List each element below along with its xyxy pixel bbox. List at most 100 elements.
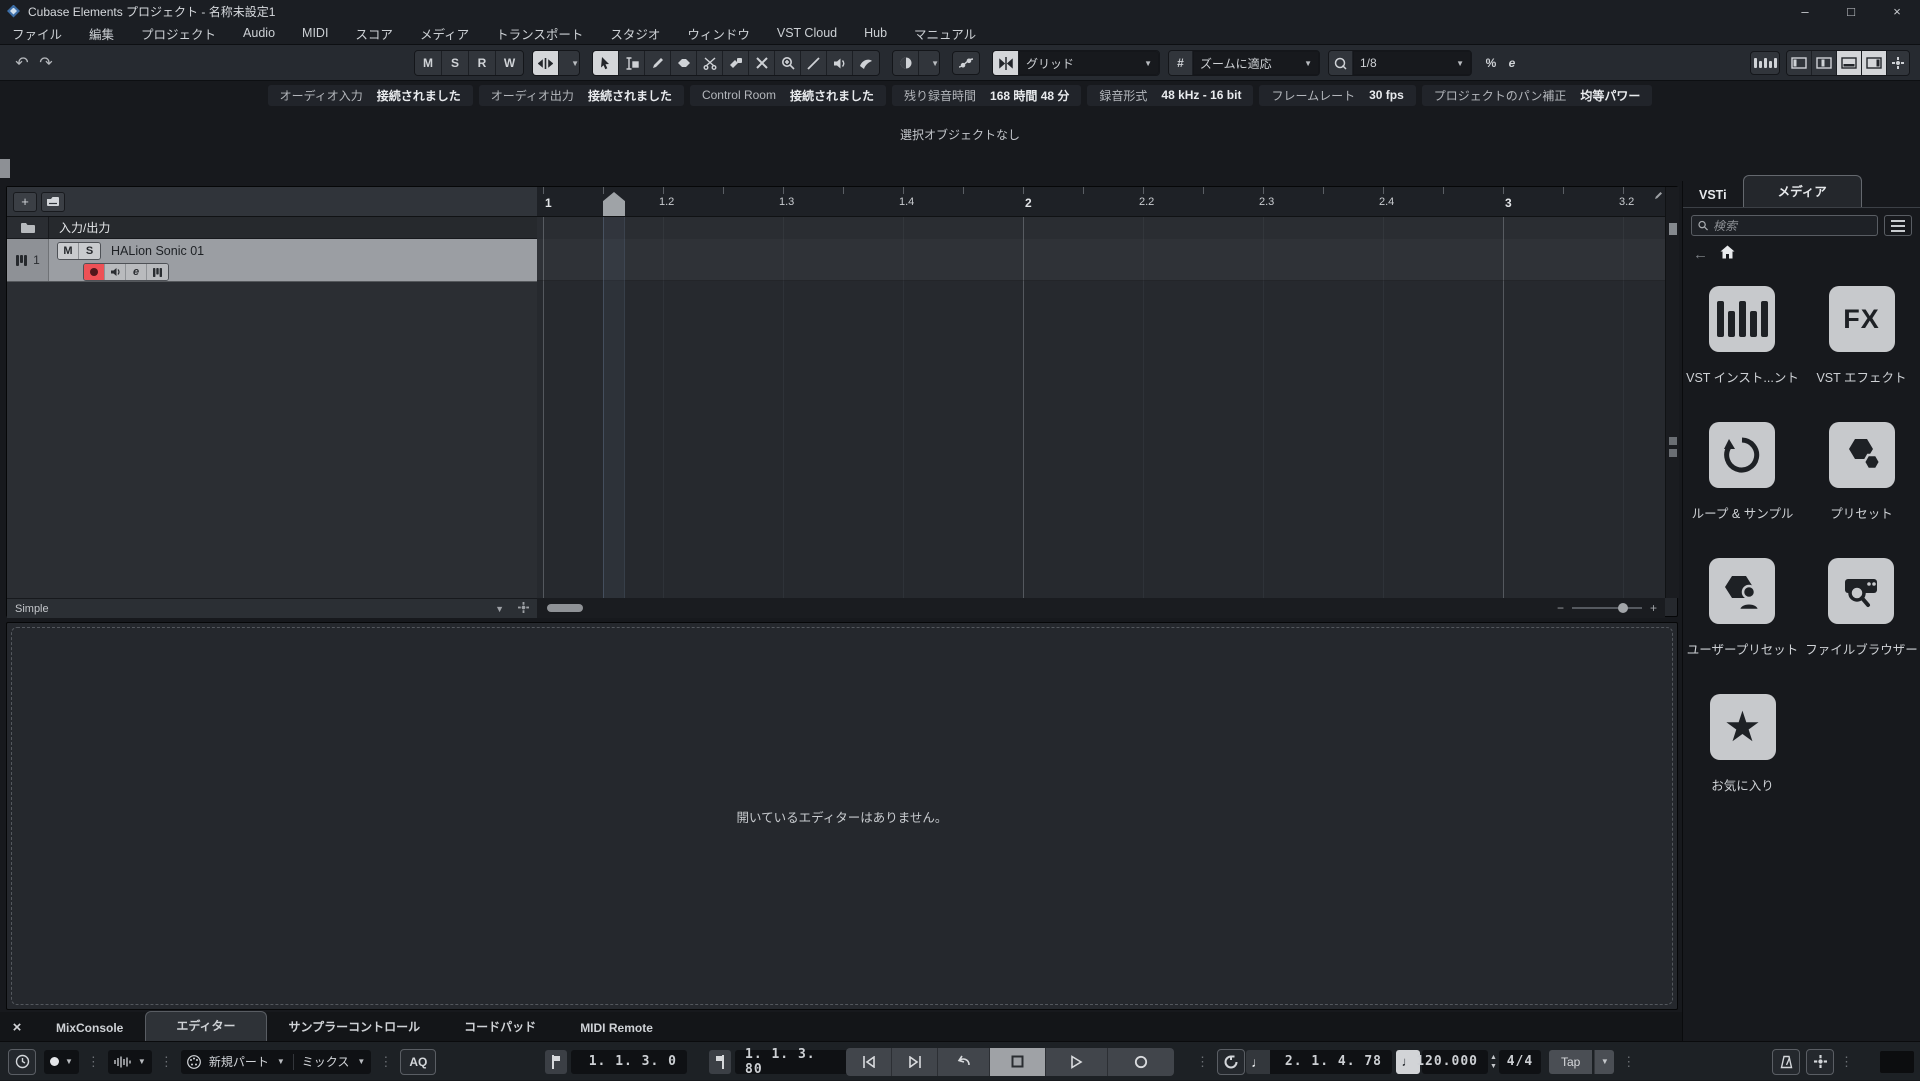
- lower-zone-close-icon[interactable]: ×: [0, 1019, 34, 1041]
- split-icon[interactable]: [697, 51, 723, 75]
- tap-tempo-button[interactable]: Tap: [1548, 1049, 1593, 1074]
- midi-record-mode-group[interactable]: 新規パート ▼ ミックス ▼: [180, 1049, 372, 1074]
- list-view-icon[interactable]: [1884, 215, 1912, 236]
- tab-sampler-control[interactable]: サンプラーコントロール: [267, 1012, 443, 1041]
- track-mute-button[interactable]: M: [58, 243, 79, 259]
- zoom-icon[interactable]: [775, 51, 801, 75]
- event-display-area[interactable]: [537, 217, 1665, 598]
- tile-presets[interactable]: プリセット: [1828, 422, 1895, 522]
- left-locator-display[interactable]: 1. 1. 3. 0: [571, 1049, 687, 1074]
- cycle-return-button[interactable]: [938, 1047, 990, 1076]
- tab-media[interactable]: メディア: [1742, 175, 1862, 207]
- menu-audio[interactable]: Audio: [243, 26, 275, 40]
- tab-vsti[interactable]: VSTi: [1683, 183, 1743, 207]
- open-quantize-panel-icon[interactable]: e: [1502, 56, 1522, 70]
- range-selection-icon[interactable]: [619, 51, 645, 75]
- left-divider-handle[interactable]: [0, 159, 10, 178]
- drag-handle[interactable]: ⋮: [160, 1054, 173, 1070]
- draw-icon[interactable]: [645, 51, 671, 75]
- menu-file[interactable]: ファイル: [12, 24, 62, 43]
- record-enable-button[interactable]: [84, 264, 105, 280]
- glue-icon[interactable]: [723, 51, 749, 75]
- erase-icon[interactable]: [671, 51, 697, 75]
- tap-tempo-dropdown[interactable]: ▼: [1594, 1049, 1615, 1074]
- tile-user-presets[interactable]: ユーザープリセット: [1687, 558, 1798, 658]
- menu-transport[interactable]: トランスポート: [496, 24, 583, 43]
- timeline-ruler[interactable]: 1 1.2 1.3 1.4 2 2.2 2.3 2.4 3 3.2: [537, 187, 1665, 217]
- drag-handle[interactable]: ⋮: [1196, 1054, 1209, 1070]
- back-arrow-icon[interactable]: ←: [1693, 246, 1708, 263]
- audio-cycle-record-group[interactable]: ▼: [107, 1049, 152, 1074]
- zoom-out-icon[interactable]: −: [1557, 601, 1564, 615]
- track-controls-settings-icon[interactable]: [518, 602, 529, 615]
- setup-toolbar-icon[interactable]: [1887, 51, 1909, 75]
- zoom-slider[interactable]: [1571, 603, 1642, 613]
- vertical-scroll-thumb[interactable]: [1669, 223, 1677, 235]
- record-button[interactable]: [1108, 1048, 1174, 1076]
- redo-icon[interactable]: ↷: [34, 53, 58, 73]
- left-zone-toggle-icon[interactable]: [1787, 51, 1812, 75]
- ruler-edit-icon[interactable]: [1654, 191, 1663, 203]
- menu-midi[interactable]: MIDI: [302, 26, 328, 40]
- tile-file-browser[interactable]: ファイルブラウザー: [1805, 558, 1918, 658]
- zoom-slider-knob[interactable]: [1617, 603, 1628, 613]
- write-automation-button[interactable]: W: [496, 51, 523, 75]
- autoscroll-icon[interactable]: [533, 51, 559, 75]
- drag-handle[interactable]: ⋮: [1840, 1054, 1853, 1070]
- close-button[interactable]: ×: [1874, 0, 1920, 22]
- keyboard-input-icon[interactable]: [1750, 51, 1780, 75]
- media-search-box[interactable]: [1691, 215, 1878, 236]
- track-solo-button[interactable]: S: [79, 243, 100, 259]
- menu-media[interactable]: メディア: [420, 24, 469, 43]
- menu-studio[interactable]: スタジオ: [610, 24, 660, 43]
- tempo-spinner[interactable]: ▲ ▼: [1490, 1054, 1497, 1070]
- playhead-handle[interactable]: [603, 192, 625, 216]
- tempo-display[interactable]: 120.000: [1416, 1049, 1488, 1074]
- auto-quantize-button[interactable]: AQ: [400, 1048, 437, 1075]
- undo-icon[interactable]: ↶: [10, 53, 34, 73]
- mute-all-button[interactable]: M: [415, 51, 442, 75]
- lower-zone-toggle-icon[interactable]: [1837, 51, 1862, 75]
- inspector-toggle-icon[interactable]: [1812, 51, 1837, 75]
- tile-vst-effects[interactable]: FX VST エフェクト: [1816, 286, 1907, 386]
- add-track-button[interactable]: +: [13, 191, 37, 212]
- vertical-scrollbar[interactable]: [1665, 187, 1679, 598]
- read-automation-button[interactable]: R: [469, 51, 496, 75]
- vertical-zoom-handle[interactable]: [1669, 449, 1677, 457]
- home-icon[interactable]: [1720, 245, 1735, 263]
- metronome-icon[interactable]: [1772, 1048, 1800, 1075]
- track-name[interactable]: HALion Sonic 01: [111, 244, 204, 258]
- horizontal-scrollbar[interactable]: − +: [537, 598, 1665, 618]
- track-controls-preset[interactable]: Simple: [15, 603, 49, 615]
- audio-record-mode-group[interactable]: ▼: [44, 1049, 79, 1074]
- color-menu-icon[interactable]: [893, 51, 919, 75]
- play-button[interactable]: [1046, 1047, 1108, 1076]
- color-tool-icon[interactable]: [853, 51, 879, 75]
- tab-editor[interactable]: エディター: [145, 1011, 267, 1041]
- go-to-end-button[interactable]: [892, 1047, 938, 1076]
- grid-type-dropdown[interactable]: グリッド ▼: [1019, 51, 1159, 75]
- go-to-start-button[interactable]: [846, 1047, 892, 1076]
- zoom-in-icon[interactable]: +: [1650, 601, 1657, 615]
- time-signature-display[interactable]: 4/4: [1498, 1049, 1541, 1074]
- instrument-button[interactable]: [147, 264, 168, 280]
- transport-time-options-icon[interactable]: [8, 1048, 36, 1075]
- stop-button[interactable]: [990, 1047, 1046, 1076]
- track-preset-icon[interactable]: [41, 191, 65, 212]
- menu-vst-cloud[interactable]: VST Cloud: [777, 26, 837, 40]
- tab-chord-pads[interactable]: コードパッド: [442, 1012, 558, 1041]
- mute-icon[interactable]: [749, 51, 775, 75]
- menu-hub[interactable]: Hub: [864, 26, 887, 40]
- quantize-dropdown[interactable]: 1/8 ▼: [1353, 51, 1471, 75]
- vertical-zoom-handle[interactable]: [1669, 437, 1677, 445]
- horizontal-scroll-thumb[interactable]: [547, 604, 583, 612]
- right-locator-display[interactable]: 1. 1. 3. 80: [735, 1047, 851, 1077]
- zoom-mode-dropdown[interactable]: ズームに適応 ▼: [1193, 51, 1319, 75]
- preset-dropdown-icon[interactable]: ▼: [495, 604, 504, 614]
- monitor-button[interactable]: [105, 264, 126, 280]
- cycle-toggle-icon[interactable]: [1217, 1048, 1245, 1075]
- folder-track-row[interactable]: 入力/出力: [7, 217, 537, 239]
- solo-all-button[interactable]: S: [442, 51, 469, 75]
- instrument-track-row[interactable]: 1 M S HALion Sonic 01 e: [7, 239, 537, 282]
- drag-handle[interactable]: ⋮: [1622, 1054, 1635, 1070]
